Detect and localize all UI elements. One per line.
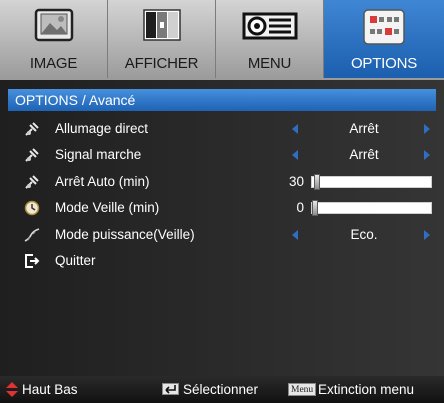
tab-afficher-label: AFFICHER bbox=[124, 55, 199, 72]
help-select: Sélectionner bbox=[183, 382, 259, 397]
mode-veille-slider[interactable] bbox=[311, 200, 432, 216]
exit-icon bbox=[25, 254, 40, 268]
menu-row-label: Mode puissance(Veille) bbox=[55, 227, 195, 242]
help-navigate: Haut Bas bbox=[22, 382, 78, 397]
menu-key-icon: Menu bbox=[288, 383, 317, 396]
tab-options[interactable]: OPTIONS bbox=[324, 0, 444, 78]
up-down-arrows-icon bbox=[6, 382, 18, 397]
help-exit: Extinction menu bbox=[318, 382, 415, 397]
tab-menu-label: MENU bbox=[247, 55, 292, 72]
setup-icon bbox=[25, 175, 39, 189]
arrow-left-icon[interactable] bbox=[292, 230, 298, 240]
slider-value: 30 bbox=[288, 174, 304, 189]
tab-menu[interactable]: MENU bbox=[216, 0, 324, 78]
menu-row-label: Allumage direct bbox=[55, 121, 149, 136]
tab-afficher[interactable]: AFFICHER bbox=[108, 0, 216, 78]
tab-image-label: IMAGE bbox=[29, 55, 78, 72]
help-bar: Haut Bas Sélectionner Menu Extinction me… bbox=[0, 376, 444, 403]
menu-row-quitter[interactable]: Quitter bbox=[0, 250, 444, 272]
power-mode-icon bbox=[24, 228, 40, 242]
arrow-left-icon[interactable] bbox=[292, 150, 298, 160]
options-panel: OPTIONS / Avancé Allumage direct Arrêt S… bbox=[0, 80, 444, 376]
menu-row-label: Quitter bbox=[55, 253, 96, 268]
setup-icon bbox=[25, 122, 39, 136]
menu-row-value: Arrêt bbox=[349, 121, 379, 136]
tab-bar: IMAGE AFFICHER MENU OPTIONS bbox=[0, 0, 444, 80]
clock-icon bbox=[24, 200, 40, 216]
image-icon bbox=[34, 8, 73, 42]
tab-options-label: OPTIONS bbox=[350, 55, 418, 72]
osd-window: IMAGE AFFICHER MENU OPTIONS OPTIONS / Av… bbox=[0, 0, 444, 403]
menu-row-mode-puissance[interactable]: Mode puissance(Veille) Eco. bbox=[0, 224, 444, 246]
arrow-left-icon[interactable] bbox=[292, 124, 298, 134]
arret-auto-slider[interactable] bbox=[311, 174, 432, 190]
tab-image[interactable]: IMAGE bbox=[0, 0, 108, 78]
projector-icon bbox=[242, 12, 297, 40]
arrow-right-icon[interactable] bbox=[424, 124, 430, 134]
enter-key-icon bbox=[162, 383, 179, 395]
options-icon bbox=[363, 9, 405, 45]
menu-row-label: Arrêt Auto (min) bbox=[55, 174, 150, 189]
page-title: OPTIONS / Avancé bbox=[8, 89, 436, 111]
menu-row-value: Eco. bbox=[350, 227, 378, 242]
slider-value: 0 bbox=[296, 200, 304, 215]
slider-handle[interactable] bbox=[312, 200, 318, 216]
menu-row-label: Mode Veille (min) bbox=[55, 200, 160, 215]
arrow-right-icon[interactable] bbox=[424, 150, 430, 160]
setup-icon bbox=[25, 148, 39, 162]
menu-row-allumage-direct[interactable]: Allumage direct Arrêt bbox=[0, 118, 444, 140]
display-icon bbox=[142, 9, 181, 41]
menu-row-value: Arrêt bbox=[349, 147, 379, 162]
menu-row-signal-marche[interactable]: Signal marche Arrêt bbox=[0, 144, 444, 166]
menu-row-arret-auto[interactable]: Arrêt Auto (min) 30 bbox=[0, 171, 444, 193]
arrow-right-icon[interactable] bbox=[424, 230, 430, 240]
menu-row-mode-veille[interactable]: Mode Veille (min) 0 bbox=[0, 197, 444, 219]
menu-row-label: Signal marche bbox=[55, 147, 142, 162]
slider-handle[interactable] bbox=[314, 174, 320, 190]
